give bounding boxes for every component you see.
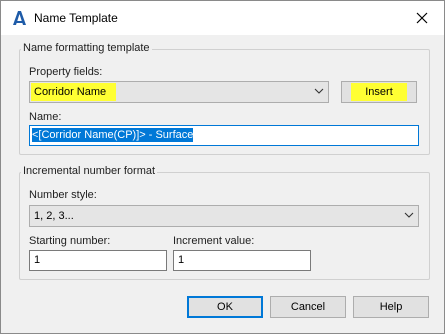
starting-number-value: 1 [34, 254, 41, 266]
increment-value-label: Increment value: [173, 235, 255, 247]
starting-number-label: Starting number: [29, 235, 111, 247]
close-button[interactable] [400, 1, 444, 35]
name-label: Name: [29, 111, 62, 123]
increment-value-value: 1 [178, 254, 185, 266]
title-bar: Name Template [1, 1, 444, 35]
starting-number-field[interactable]: 1 [29, 250, 167, 271]
chevron-down-icon [404, 212, 414, 218]
increment-value-field[interactable]: 1 [173, 250, 311, 271]
chevron-down-icon [314, 88, 324, 94]
ok-button[interactable]: OK [187, 296, 263, 318]
help-button-label: Help [379, 301, 403, 313]
window-title: Name Template [34, 11, 118, 25]
number-style-dropdown[interactable]: 1, 2, 3... [29, 205, 419, 227]
property-fields-value: Corridor Name [31, 83, 117, 101]
name-field[interactable]: <[Corridor Name(CP)]> - Surface [29, 125, 419, 146]
close-icon [416, 12, 428, 24]
property-fields-dropdown[interactable]: Corridor Name [29, 81, 329, 103]
cancel-button-label: Cancel [290, 301, 326, 313]
cancel-button[interactable]: Cancel [270, 296, 346, 318]
name-field-value: <[Corridor Name(CP)]> - Surface [32, 128, 194, 142]
autocad-a-icon [13, 11, 26, 25]
incremental-format-group-label: Incremental number format [21, 165, 158, 177]
name-template-dialog: Name Template Name formatting template P… [0, 0, 445, 334]
name-formatting-group-label: Name formatting template [21, 42, 152, 54]
insert-button-label: Insert [351, 83, 407, 101]
property-fields-label: Property fields: [29, 66, 103, 78]
help-button[interactable]: Help [353, 296, 429, 318]
number-style-value: 1, 2, 3... [34, 210, 74, 222]
insert-button[interactable]: Insert [341, 81, 417, 103]
ok-button-label: OK [217, 301, 233, 313]
number-style-label: Number style: [29, 189, 97, 201]
